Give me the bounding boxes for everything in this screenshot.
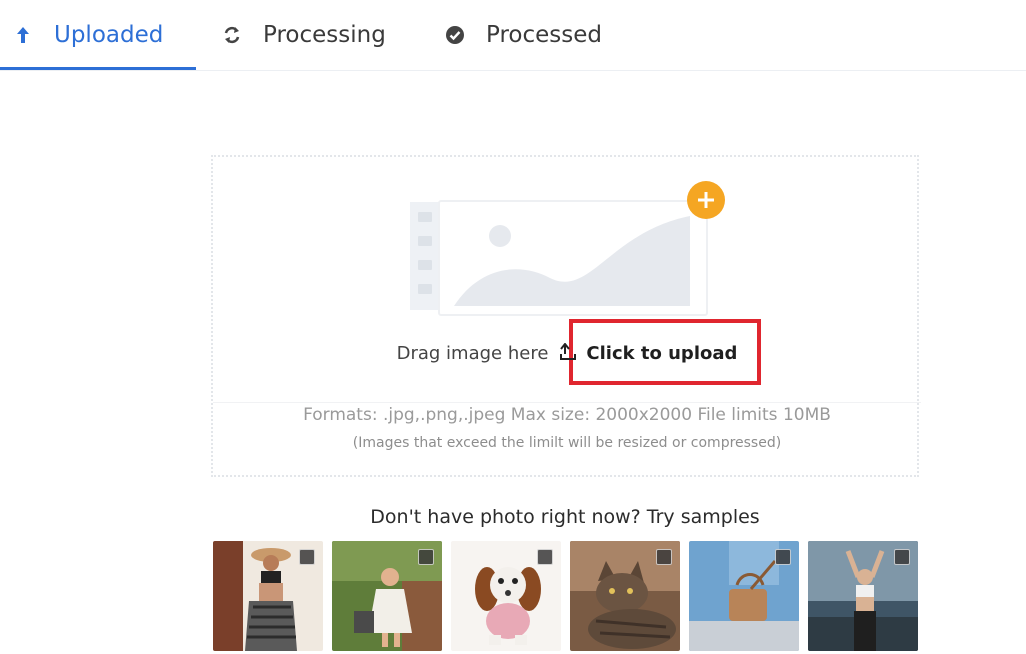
film-strip (410, 202, 440, 310)
resize-note: (Images that exceed the limilt will be r… (352, 435, 782, 451)
tab-processing[interactable]: Processing (221, 0, 386, 70)
drag-text: Drag image here (396, 343, 549, 364)
sync-icon (221, 24, 243, 46)
upload-instructions: Drag image here Click to upload (213, 342, 921, 364)
plus-icon[interactable] (687, 181, 725, 219)
upload-icon (560, 342, 582, 364)
tab-label: Uploaded (54, 22, 164, 48)
sample-handbag[interactable] (689, 541, 799, 651)
tab-label: Processed (486, 22, 602, 48)
sample-select-checkbox[interactable] (537, 549, 553, 565)
sample-woman-sports[interactable] (808, 541, 918, 651)
tab-bar: Uploaded Processing Processed (0, 0, 1026, 71)
sample-select-checkbox[interactable] (299, 549, 315, 565)
placeholder-image-icon (438, 200, 708, 316)
arrow-up-icon (12, 24, 34, 46)
check-circle-icon (444, 24, 466, 46)
upload-dropzone[interactable]: Drag image here Click to upload Formats:… (211, 155, 921, 477)
tab-processed[interactable]: Processed (444, 0, 602, 70)
sample-cat[interactable] (570, 541, 680, 651)
click-to-upload-button[interactable]: Click to upload (560, 342, 738, 364)
samples-title: Don't have photo right now? Try samples (370, 506, 760, 528)
sample-woman-hat[interactable] (213, 541, 323, 651)
active-tab-indicator (0, 67, 196, 70)
image-placeholder (410, 181, 730, 316)
sample-select-checkbox[interactable] (775, 549, 791, 565)
sample-select-checkbox[interactable] (418, 549, 434, 565)
sample-select-checkbox[interactable] (894, 549, 910, 565)
sample-select-checkbox[interactable] (656, 549, 672, 565)
tab-label: Processing (263, 22, 386, 48)
tab-uploaded[interactable]: Uploaded (12, 0, 163, 70)
sample-images (213, 541, 923, 653)
formats-info: Formats: .jpg,.png,.jpeg Max size: 2000x… (213, 402, 921, 425)
click-to-upload-label: Click to upload (586, 343, 738, 364)
sample-girl-dress[interactable] (332, 541, 442, 651)
sample-puppy[interactable] (451, 541, 561, 651)
